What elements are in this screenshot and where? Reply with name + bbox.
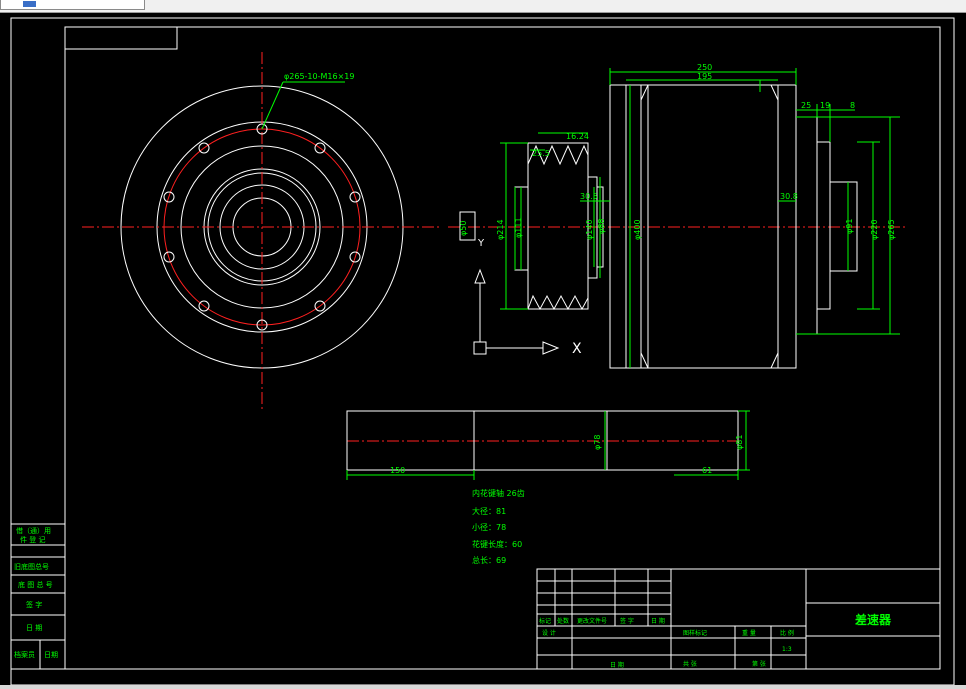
left-record-table: [10, 523, 66, 670]
dim-shaft-end-dia: φ81: [735, 435, 744, 450]
dim-center-a: 30.5: [580, 192, 598, 201]
dim-dia-214: φ214: [496, 219, 505, 240]
cad-drawing-canvas[interactable]: φ265-10-M16×19 X Y 250 195 25 19 8 16.24…: [0, 12, 966, 685]
note-line-3: 小径：78: [472, 522, 506, 532]
drawing-title: 差速器: [854, 612, 892, 627]
tb-weight: 重 量: [742, 629, 756, 637]
axis-y-label: Y: [477, 238, 485, 249]
dim-center-b: 30.8: [780, 192, 798, 201]
note-line-4: 花键长度：60: [472, 539, 522, 549]
dim-top-right-b: 19: [820, 101, 830, 110]
tb-scale-value: 1:3: [782, 646, 792, 653]
dim-dia-400: φ400: [633, 219, 642, 240]
corner-label-box: [64, 26, 178, 50]
dim-top-right-c: 8: [850, 101, 855, 110]
tb-h2: 处数: [557, 617, 569, 625]
pulley-side-view: [459, 142, 604, 311]
tb-design: 设 计: [542, 629, 556, 637]
lt-row6a: 档案员: [14, 650, 35, 659]
ucs-axis-icon: [473, 268, 560, 355]
spline-notes: 内花键轴 26齿 大径：81 小径：78 花键长度：60 总长：69: [472, 488, 525, 565]
dim-shaft-right: 61: [702, 466, 712, 475]
tb-scale-label: 比 例: [780, 629, 794, 637]
tb-h5: 日 期: [651, 617, 665, 625]
dim-dia-140: φ140: [585, 219, 594, 240]
lt-row6b: 日期: [44, 651, 58, 659]
axis-x-label: X: [572, 341, 582, 357]
dim-dia-111: φ111: [514, 217, 523, 238]
dim-top-right-a: 25: [801, 101, 811, 110]
lt-row3: 底 图 总 号: [18, 580, 53, 589]
title-block-text: 标记 处数 更改文件号 签 字 日 期 设 计 日 期 图样标记 重 量 比 例…: [539, 612, 892, 669]
tb-date: 日 期: [610, 661, 624, 669]
note-line-5: 总长：69: [472, 555, 506, 565]
lt-row1a: 借（通）用: [16, 526, 51, 535]
lt-row2: 旧底图总号: [14, 562, 49, 571]
document-tab[interactable]: [0, 0, 145, 10]
dim-dia-88: φ88: [597, 219, 606, 234]
bolt-pattern-label: φ265-10-M16×19: [284, 72, 354, 81]
app-icon: [23, 1, 36, 7]
dim-top-total: 250: [697, 63, 712, 72]
status-strip: [0, 685, 966, 689]
dim-pulley-top-a: 16.24: [566, 132, 589, 141]
dim-dia-220: φ220: [870, 219, 879, 240]
dim-top-inner: 195: [697, 72, 712, 81]
tb-total: 共 张: [683, 660, 697, 668]
lt-row4: 签 字: [26, 600, 42, 609]
outer-border: [10, 17, 955, 685]
tb-h4: 签 字: [620, 617, 634, 625]
lt-row5: 日 期: [26, 624, 42, 632]
dim-dia-91: φ91: [845, 219, 854, 234]
tb-stage: 图样标记: [683, 629, 707, 637]
tb-h3: 更改文件号: [577, 617, 607, 625]
note-line-1: 内花键轴 26齿: [472, 488, 525, 498]
lt-row1b: 件 登 记: [20, 535, 45, 544]
tb-sheet: 第 张: [752, 660, 766, 668]
dim-dia-50: φ50: [459, 221, 468, 236]
dim-dia-265: φ265: [887, 219, 896, 240]
tb-h1: 标记: [539, 617, 551, 625]
note-line-2: 大径：81: [472, 506, 506, 516]
dim-pulley-top-b: 25.5: [532, 149, 550, 158]
dim-shaft-left: 150: [390, 466, 405, 475]
dim-shaft-dia: φ78: [593, 435, 602, 450]
